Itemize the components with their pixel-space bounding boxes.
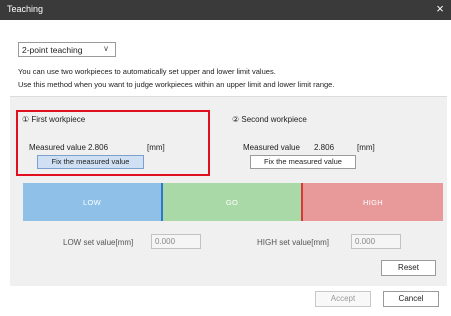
second-measured-unit: [mm]	[357, 143, 375, 152]
accept-button[interactable]: Accept	[315, 291, 371, 307]
second-measured-value: 2.806	[314, 143, 335, 152]
second-fix-measured-value-button[interactable]: Fix the measured value	[250, 155, 356, 169]
title-bar: Teaching ×	[0, 0, 451, 20]
chevron-down-icon: ∨	[103, 44, 109, 53]
reset-button[interactable]: Reset	[381, 260, 436, 276]
low-set-value-input[interactable]: 0.000	[151, 234, 201, 249]
second-measured-label: Measured value	[243, 143, 300, 152]
cancel-button[interactable]: Cancel	[383, 291, 439, 307]
first-workpiece-highlight	[16, 110, 210, 176]
window-title: Teaching	[7, 4, 44, 14]
teaching-mode-select[interactable]: 2-point teaching ∨	[18, 42, 116, 57]
description-line-1: You can use two workpieces to automatica…	[18, 67, 276, 76]
go-range-segment: GO	[163, 183, 303, 221]
high-range-segment: HIGH	[303, 183, 443, 221]
low-set-value-label: LOW set value[mm]	[63, 238, 134, 247]
low-range-segment: LOW	[23, 183, 163, 221]
high-set-value-label: HIGH set value[mm]	[257, 238, 330, 247]
second-workpiece-title: ② Second workpiece	[232, 115, 307, 124]
description-line-2: Use this method when you want to judge w…	[18, 80, 335, 89]
teaching-mode-value: 2-point teaching	[22, 45, 83, 55]
high-set-value-input[interactable]: 0.000	[351, 234, 401, 249]
judgement-range-bar: LOW GO HIGH	[23, 183, 443, 221]
close-icon[interactable]: ×	[433, 2, 447, 16]
